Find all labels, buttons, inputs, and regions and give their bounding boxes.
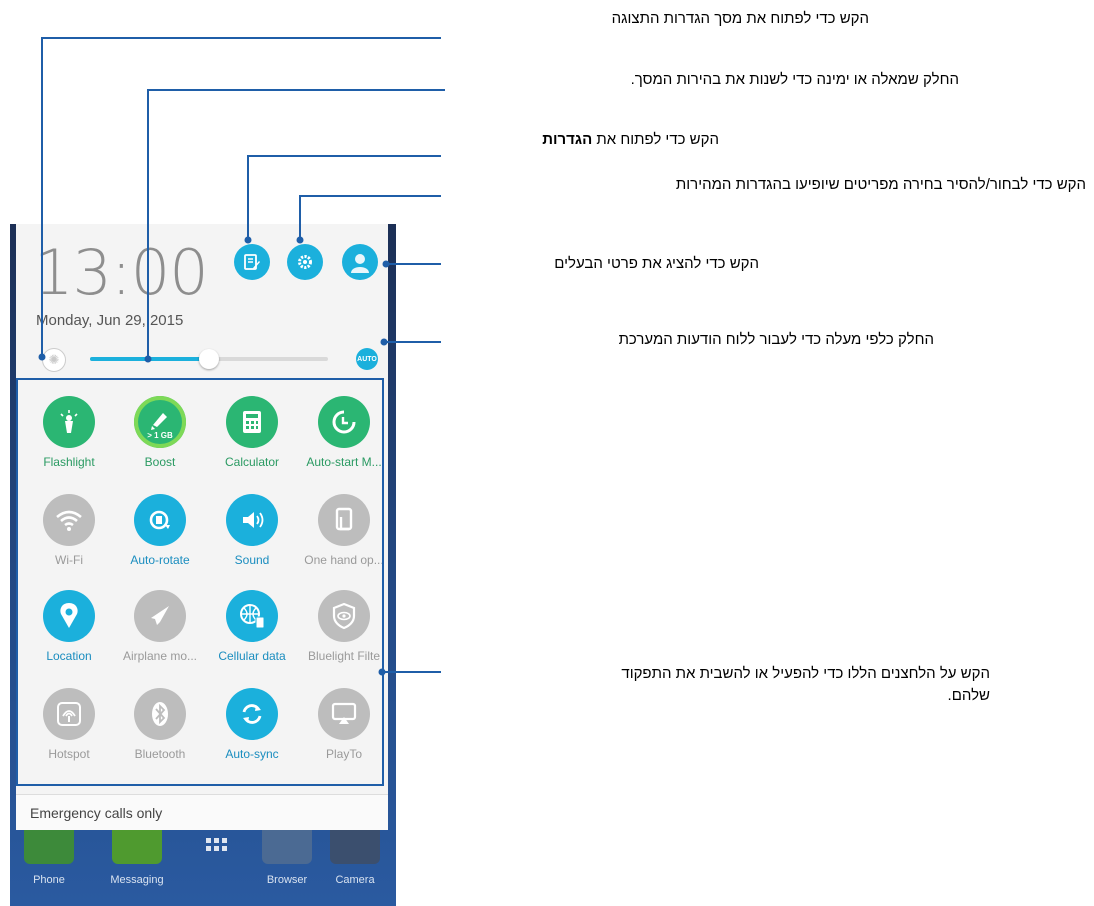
camera-icon (330, 824, 380, 864)
dock-app-label: Messaging (110, 874, 164, 886)
callout-brightness: החלק שמאלה או ימינה כדי לשנות את בהירות … (630, 71, 959, 88)
dock-app-camera[interactable]: Camera (322, 824, 388, 904)
brightness-slider[interactable] (90, 349, 328, 369)
callout-toggles-line2: שלהם. (947, 687, 990, 704)
dock-app-browser[interactable]: Browser (254, 824, 320, 904)
brightness-thumb[interactable] (199, 349, 219, 369)
dock-app-phone[interactable]: Phone (16, 824, 82, 904)
callout-settings-bold: הגדרות (542, 131, 593, 148)
callout-swipe-up: החלק כלפי מעלה כדי לעבור ללוח הודעות המע… (618, 331, 934, 348)
callout-owner: הקש כדי להציג את פרטי הבעלים (554, 255, 759, 272)
callout-quick-settings: הקש כדי לבחור/להסיר בחירה מפריטים שיופיע… (675, 176, 1086, 193)
brightness-fill (90, 357, 209, 361)
callout-toggles-line1: הקש על הלחצנים הללו כדי להפעיל או להשבית… (621, 665, 990, 682)
dock-app-messaging[interactable]: Messaging (104, 824, 170, 904)
edit-quick-settings-icon[interactable] (234, 244, 270, 280)
callout-settings: הקש כדי לפתוח את הגדרות (542, 131, 719, 148)
owner-avatar-icon[interactable] (342, 244, 378, 280)
callout-display-settings: הקש כדי לפתוח את מסך הגדרות התצוגה (611, 10, 869, 27)
quick-settings-highlight (16, 378, 384, 786)
dock-app-label: Camera (335, 874, 375, 886)
clock[interactable]: 13:00 (34, 238, 209, 308)
auto-brightness-button[interactable]: AUTO (356, 348, 378, 370)
emergency-status: Emergency calls only (16, 794, 388, 830)
callout-settings-text: הקש כדי לפתוח את (592, 131, 719, 148)
browser-icon (262, 824, 312, 864)
date: Monday, Jun 29, 2015 (36, 312, 184, 329)
dock-app-all-apps[interactable] (184, 824, 250, 904)
callout-toggles: הקש על הלחצנים הללו כדי להפעיל או להשבית… (621, 663, 990, 707)
home-dock: Phone Messaging Browser Camera (10, 824, 396, 906)
dock-app-label: Phone (33, 874, 65, 886)
brightness-bar: ✺ AUTO (38, 344, 382, 374)
brightness-sun-icon[interactable]: ✺ (42, 348, 66, 372)
gear-icon[interactable] (287, 244, 323, 280)
dock-app-label: Browser (266, 874, 308, 886)
apps-grid-icon (192, 824, 242, 864)
